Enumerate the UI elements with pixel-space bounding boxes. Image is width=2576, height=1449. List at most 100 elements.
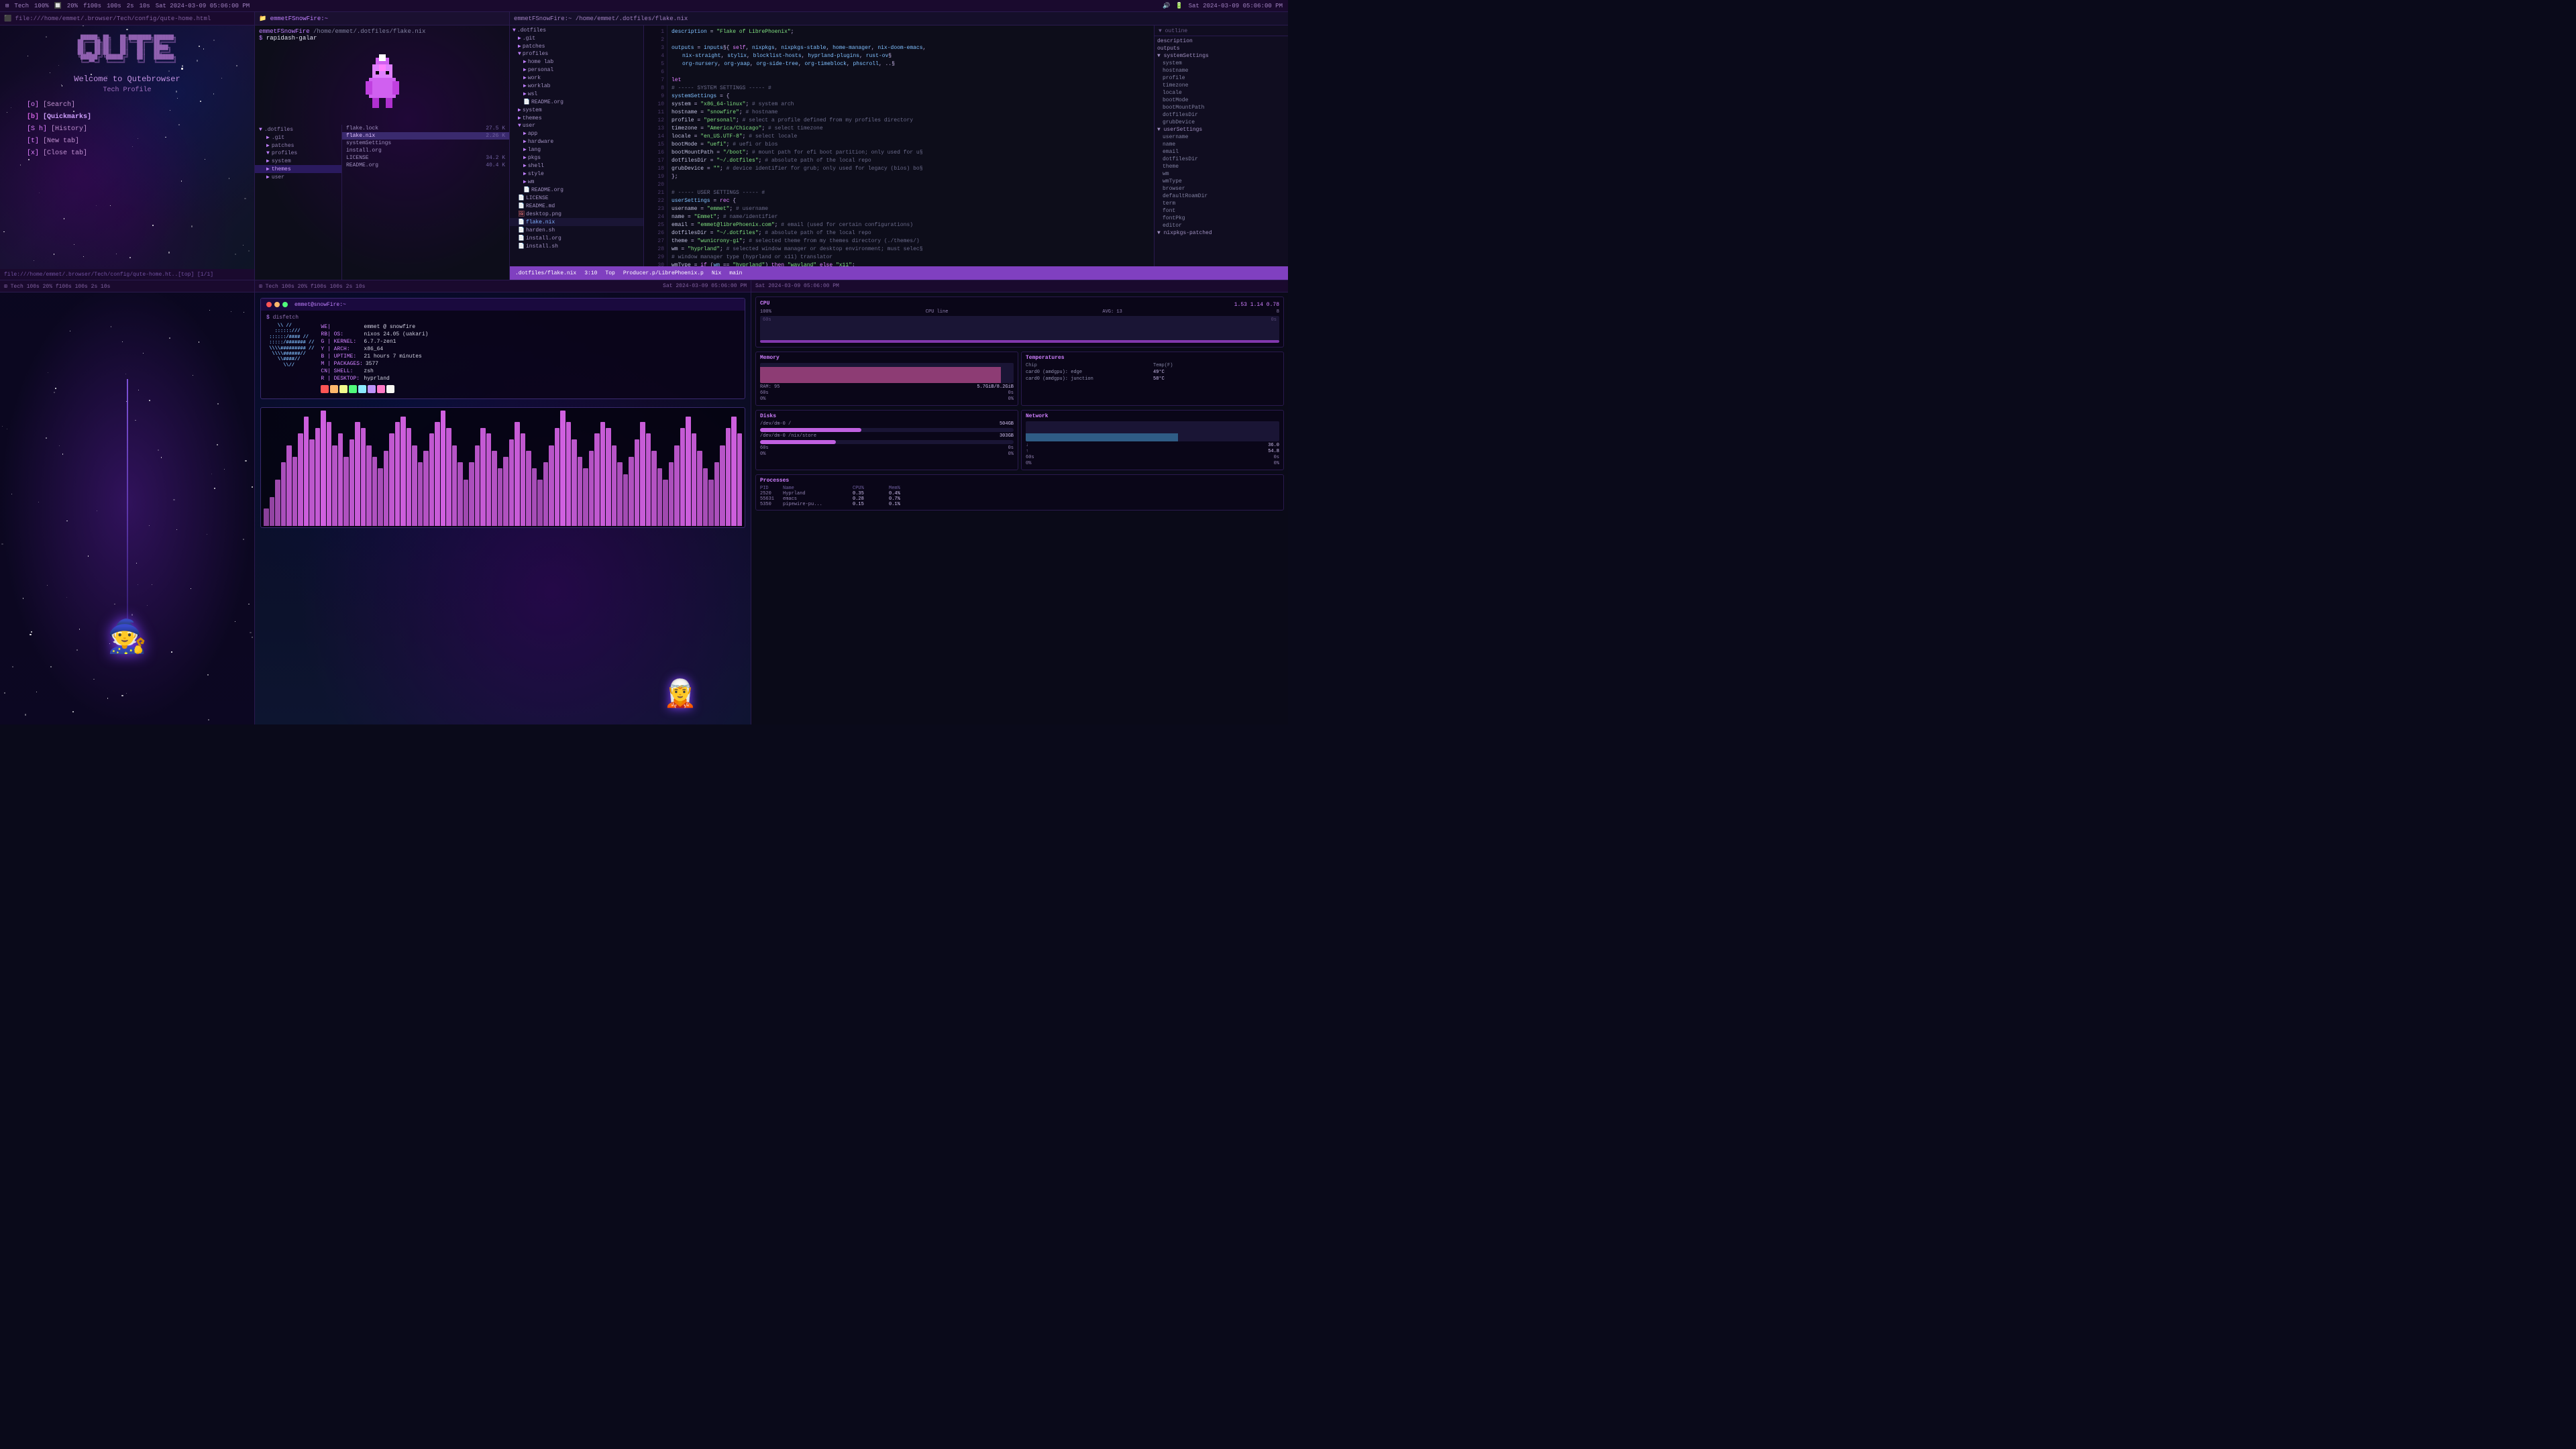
outline-bootmode[interactable]: bootMode xyxy=(1155,97,1288,104)
tree-wsl[interactable]: ▶ wsl xyxy=(510,90,643,98)
viz-bar-44 xyxy=(515,422,520,526)
viz-bar-73 xyxy=(680,428,686,526)
tree-profiles[interactable]: ▼ profiles xyxy=(510,50,643,58)
tree-readmemd[interactable]: 📄 README.md xyxy=(510,202,643,210)
tree-system[interactable]: ▶ system xyxy=(510,106,643,114)
viz-bar-35 xyxy=(464,480,469,526)
tree-themes[interactable]: ▶ themes xyxy=(510,114,643,122)
process-header: PID Name CPU% Mem% xyxy=(760,486,1279,491)
fm-sidebar-user[interactable]: ▶ user xyxy=(255,173,341,181)
tree-hardensh[interactable]: 📄 harden.sh xyxy=(510,226,643,234)
qb-menu-closetab[interactable]: [x] [Close tab] xyxy=(27,148,227,160)
fm-file-flakelock[interactable]: flake.lock 27.5 K xyxy=(342,125,509,132)
viz-bar-79 xyxy=(714,462,720,526)
outline-email[interactable]: email xyxy=(1155,148,1288,156)
fm-title: 📁 emmetFSnowFire:~ xyxy=(259,15,328,22)
tree-homelab[interactable]: ▶ home lab xyxy=(510,58,643,66)
tree-app[interactable]: ▶ app xyxy=(510,129,643,138)
viz-bar-69 xyxy=(657,468,663,526)
fm-sidebar-dotfiles[interactable]: ▼ .dotfiles xyxy=(255,126,341,133)
tree-flakenix[interactable]: 📄 flake.nix xyxy=(510,218,643,226)
outline-profile[interactable]: profile xyxy=(1155,74,1288,82)
outline-defaultroamdir[interactable]: defaultRoamDir xyxy=(1155,193,1288,200)
outline-theme[interactable]: theme xyxy=(1155,163,1288,170)
outline-description[interactable]: description xyxy=(1155,38,1288,45)
outline-font[interactable]: font xyxy=(1155,207,1288,215)
outline-wm[interactable]: wm xyxy=(1155,170,1288,178)
tree-personal[interactable]: ▶ personal xyxy=(510,66,643,74)
fm-file-flakenix[interactable]: flake.nix 2.26 K xyxy=(342,132,509,140)
outline-systemsettings[interactable]: ▼ systemSettings xyxy=(1155,52,1288,60)
color-green xyxy=(349,385,357,393)
fm-file-installorg[interactable]: install.org xyxy=(342,147,509,154)
outline-hostname[interactable]: hostname xyxy=(1155,67,1288,74)
neofetch-arch-line: Y | ARCH: x86_64 xyxy=(321,345,739,353)
viz-bar-36 xyxy=(469,462,474,526)
fm-file-license[interactable]: LICENSE 34.2 K xyxy=(342,154,509,162)
tree-dotfiles[interactable]: ▼ .dotfiles xyxy=(510,27,643,34)
viz-bar-19 xyxy=(372,457,378,526)
viz-bar-58 xyxy=(594,433,600,526)
outline-fontpkg[interactable]: fontPkg xyxy=(1155,215,1288,222)
tree-pkgs[interactable]: ▶ pkgs xyxy=(510,154,643,162)
neofetch-kernel-line: G | KERNEL: 6.7.7-zen1 xyxy=(321,338,739,345)
tree-installorg[interactable]: 📄 install.org xyxy=(510,234,643,242)
tree-hardware[interactable]: ▶ hardware xyxy=(510,138,643,146)
viz-bar-31 xyxy=(441,411,446,526)
outline-timezone[interactable]: timezone xyxy=(1155,82,1288,89)
viz-bar-5 xyxy=(292,457,298,526)
tree-readmeorg2[interactable]: 📄 README.org xyxy=(510,186,643,194)
viz-bar-12 xyxy=(332,445,337,526)
outline-name[interactable]: name xyxy=(1155,141,1288,148)
editor-code-content[interactable]: description = "Flake of LibrePhoenix"; o… xyxy=(667,25,1154,266)
outline-outputs[interactable]: outputs xyxy=(1155,45,1288,52)
qb-menu-quickmarks[interactable]: [b] [Quickmarks] xyxy=(27,111,227,123)
tree-lang[interactable]: ▶ lang xyxy=(510,146,643,154)
tree-desktoppng[interactable]: 🖼 desktop.png xyxy=(510,210,643,218)
mem-label: f100s xyxy=(83,3,101,9)
tree-worklab[interactable]: ▶ worklab xyxy=(510,82,643,90)
qb-menu-history[interactable]: [S h] [History] xyxy=(27,123,227,136)
outline-usersettings[interactable]: ▼ userSettings xyxy=(1155,126,1288,133)
fm-sidebar-system[interactable]: ▶ system xyxy=(255,157,341,165)
outline-username[interactable]: username xyxy=(1155,133,1288,141)
qb-menu-search[interactable]: [o] [Search] xyxy=(27,99,227,111)
color-cyan xyxy=(358,385,366,393)
viz-bar-54 xyxy=(572,439,577,526)
tree-user[interactable]: ▼ user xyxy=(510,122,643,129)
color-orange xyxy=(330,385,338,393)
tree-installsh[interactable]: 📄 install.sh xyxy=(510,242,643,250)
fm-header: 📁 emmetFSnowFire:~ xyxy=(255,12,509,25)
tree-patches[interactable]: ▶ patches xyxy=(510,42,643,50)
tree-license[interactable]: 📄 LICENSE xyxy=(510,194,643,202)
qb-menu-newtab[interactable]: [t] [New tab] xyxy=(27,136,227,148)
tree-style[interactable]: ▶ style xyxy=(510,170,643,178)
viz-bar-48 xyxy=(537,480,543,526)
editor-line-numbers: 12345 678910 1112131415 1617181920 21222… xyxy=(644,25,667,266)
fm-sidebar-patches[interactable]: ▶ patches xyxy=(255,142,341,150)
tree-wm[interactable]: ▶ wm xyxy=(510,178,643,186)
tree-work[interactable]: ▶ work xyxy=(510,74,643,82)
outline-term[interactable]: term xyxy=(1155,200,1288,207)
statusbar-lang: Nix xyxy=(712,270,721,276)
outline-browser[interactable]: browser xyxy=(1155,185,1288,193)
net-ul-row: ↑ 54.8 xyxy=(1026,449,1279,454)
outline-nixpkgspatched[interactable]: ▼ nixpkgs-patched xyxy=(1155,229,1288,237)
outline-grubdevice[interactable]: grubDevice xyxy=(1155,119,1288,126)
outline-wmtype[interactable]: wmType xyxy=(1155,178,1288,185)
tree-readmeorg1[interactable]: 📄 README.org xyxy=(510,98,643,106)
outline-editor[interactable]: editor xyxy=(1155,222,1288,229)
outline-dotfilesdir1[interactable]: dotfilesDir xyxy=(1155,111,1288,119)
fm-file-readmeorg[interactable]: README.org 40.4 K xyxy=(342,162,509,169)
outline-locale[interactable]: locale xyxy=(1155,89,1288,97)
outline-system[interactable]: system xyxy=(1155,60,1288,67)
viz-bar-76 xyxy=(697,451,702,526)
fm-file-systemsettings[interactable]: systemSettings xyxy=(342,140,509,147)
outline-dotfilesdir2[interactable]: dotfilesDir xyxy=(1155,156,1288,163)
fm-sidebar-themes[interactable]: ▶ themes xyxy=(255,165,341,173)
outline-bootmountpath[interactable]: bootMountPath xyxy=(1155,104,1288,111)
tree-shell[interactable]: ▶ shell xyxy=(510,162,643,170)
fm-sidebar-profiles[interactable]: ▼ profiles xyxy=(255,150,341,157)
tree-git[interactable]: ▶ .git xyxy=(510,34,643,42)
fm-sidebar-git[interactable]: ▶ .git xyxy=(255,133,341,142)
